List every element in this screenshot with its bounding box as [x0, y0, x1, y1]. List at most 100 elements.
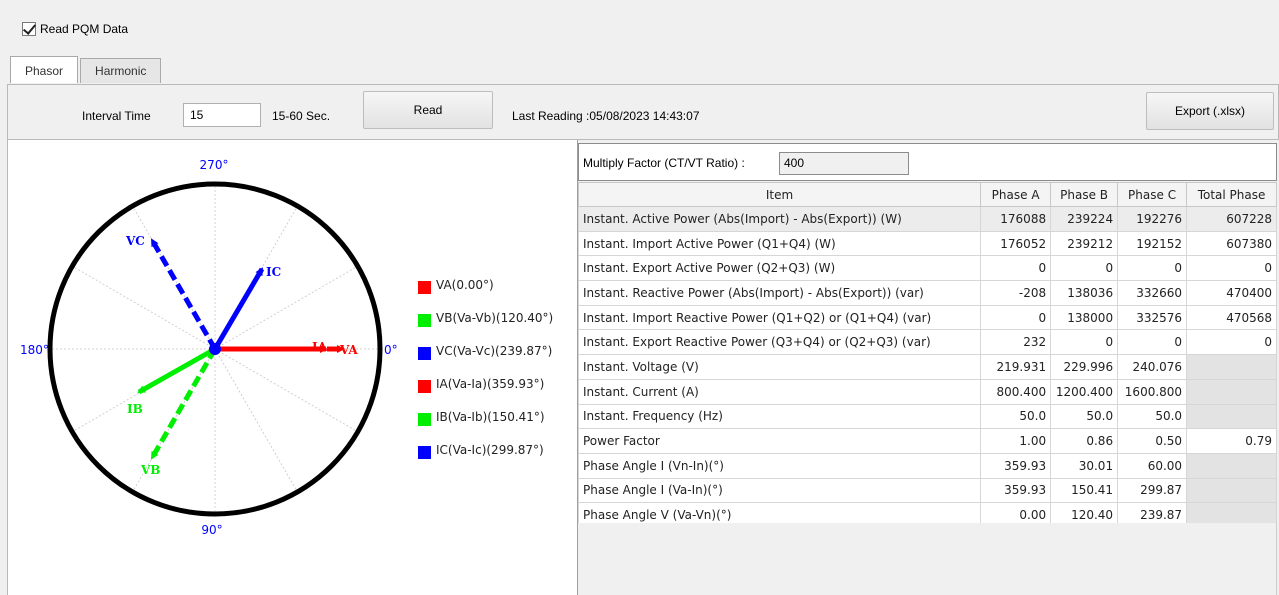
cell-value[interactable]	[1186, 403, 1277, 430]
table-row[interactable]: Instant. Reactive Power (Abs(Import) - A…	[577, 280, 1277, 306]
cell-item[interactable]: Phase Angle I (Va-In)(°)	[577, 477, 982, 504]
cell-value[interactable]: 332576	[1117, 304, 1188, 331]
cell-value[interactable]: 138000	[1050, 304, 1119, 331]
column-header-item[interactable]: Item	[577, 182, 982, 207]
cell-value[interactable]	[1186, 477, 1277, 504]
cell-value[interactable]: 1200.400	[1050, 378, 1119, 405]
table-row[interactable]: Phase Angle I (Vn-In)(°) 359.93 30.01 60.00	[577, 452, 1277, 479]
cell-value[interactable]: 232	[980, 329, 1052, 356]
cell-item[interactable]: Instant. Current (A)	[577, 378, 982, 405]
multiply-factor-field[interactable]: 400	[779, 152, 909, 175]
cell-value[interactable]: 0	[1117, 329, 1188, 356]
cell-value[interactable]: 0	[1050, 255, 1119, 282]
cell-value[interactable]: 240.076	[1117, 354, 1188, 380]
table-row[interactable]: Instant. Import Active Power (Q1+Q4) (W)…	[577, 230, 1277, 257]
table-row[interactable]: Phase Angle I (Va-In)(°) 359.93 150.41 299.…	[577, 477, 1277, 504]
table-row[interactable]: Instant. Import Reactive Power (Q1+Q2) o…	[577, 304, 1277, 331]
cell-value[interactable]: 138036	[1050, 280, 1119, 306]
read-pqm-checkbox[interactable]: Read PQM Data	[22, 22, 128, 36]
table-row[interactable]: Instant. Export Active Power (Q2+Q3) (W)…	[577, 255, 1277, 282]
cell-item[interactable]: Instant. Frequency (Hz)	[577, 403, 982, 430]
cell-value[interactable]: 50.0	[1050, 403, 1119, 430]
cell-value[interactable]: 800.400	[980, 378, 1052, 405]
cell-value[interactable]: 0	[1186, 329, 1277, 356]
cell-value[interactable]: 0	[1117, 255, 1188, 282]
cell-value[interactable]: 359.93	[980, 477, 1052, 504]
last-reading-text: Last Reading :05/08/2023 14:43:07	[512, 109, 700, 123]
cell-value[interactable]: 607228	[1186, 206, 1277, 232]
cell-value[interactable]: 332660	[1117, 280, 1188, 306]
cell-value[interactable]: 219.931	[980, 354, 1052, 380]
cell-value[interactable]: 0.50	[1117, 428, 1188, 454]
cell-item[interactable]: Instant. Export Active Power (Q2+Q3) (W)	[577, 255, 982, 282]
table-row[interactable]: Instant. Current (A) 800.400 1200.400 1600.…	[577, 378, 1277, 405]
cell-value[interactable]: 50.0	[1117, 403, 1188, 430]
interval-time-input[interactable]	[183, 103, 261, 127]
cell-value[interactable]: 239212	[1050, 230, 1119, 257]
guide-line-210	[71, 265, 216, 350]
cell-value[interactable]: 60.00	[1117, 452, 1188, 479]
cell-value[interactable]	[1186, 354, 1277, 380]
phasor-legend: VA(0.00°) VB(Va-Vb)(120.40°) VC(Va-Vc)(2…	[418, 268, 553, 466]
cell-value[interactable]: 0	[980, 304, 1052, 331]
ia-label: IA	[312, 340, 328, 354]
cell-value[interactable]: 239224	[1050, 206, 1119, 232]
legend-label: VC(Va-Vc)(239.87°)	[436, 343, 553, 358]
cell-item[interactable]: Instant. Import Active Power (Q1+Q4) (W)	[577, 230, 982, 257]
cell-value[interactable]: 470568	[1186, 304, 1277, 331]
cell-value[interactable]: 176052	[980, 230, 1052, 257]
cell-value[interactable]	[1186, 378, 1277, 405]
column-header-phase-a[interactable]: Phase A	[980, 182, 1052, 207]
cell-value[interactable]: 0.79	[1186, 428, 1277, 454]
cell-item[interactable]: Instant. Export Reactive Power (Q3+Q4) o…	[577, 329, 982, 356]
cell-value[interactable]: 176088	[980, 206, 1052, 232]
cell-item[interactable]: Instant. Voltage (V)	[577, 354, 982, 380]
tab-phasor[interactable]: Phasor	[10, 56, 79, 83]
cell-value[interactable]: 0.86	[1050, 428, 1119, 454]
checkbox-checked-icon[interactable]	[22, 22, 36, 36]
cell-value[interactable]: 50.0	[980, 403, 1052, 430]
table-row[interactable]: Instant. Voltage (V) 219.931 229.996 240.07…	[577, 354, 1277, 380]
cell-value[interactable]: 192276	[1117, 206, 1188, 232]
table-row[interactable]: Power Factor 1.00 0.86 0.50 0.79	[577, 428, 1277, 454]
guide-line-330	[214, 265, 359, 350]
cell-value[interactable]: 1.00	[980, 428, 1052, 454]
interval-time-label: Interval Time	[82, 109, 151, 123]
table-row[interactable]: Instant. Active Power (Abs(Import) - Abs…	[577, 206, 1277, 232]
multiply-factor-label: Multiply Factor (CT/VT Ratio) :	[583, 156, 745, 170]
cell-value[interactable]: 0	[1050, 329, 1119, 356]
cell-value[interactable]: 0	[980, 255, 1052, 282]
legend-item-ib: IB(Va-Ib)(150.41°)	[418, 400, 553, 433]
cell-item[interactable]: Instant. Import Reactive Power (Q1+Q2) o…	[577, 304, 982, 331]
cell-value[interactable]: 30.01	[1050, 452, 1119, 479]
column-header-phase-c[interactable]: Phase C	[1117, 182, 1188, 207]
angle-label-left: 180°	[20, 343, 49, 357]
table-row[interactable]: Instant. Frequency (Hz) 50.0 50.0 50.0	[577, 403, 1277, 430]
cell-item[interactable]: Power Factor	[577, 428, 982, 454]
cell-value[interactable]: 192152	[1117, 230, 1188, 257]
cell-value[interactable]: 1600.800	[1117, 378, 1188, 405]
cell-value[interactable]: 0	[1186, 255, 1277, 282]
cell-value[interactable]: 470400	[1186, 280, 1277, 306]
top-bar: Read PQM Data	[0, 0, 1279, 56]
table-row[interactable]: Instant. Export Reactive Power (Q3+Q4) o…	[577, 329, 1277, 356]
cell-value[interactable]: 229.996	[1050, 354, 1119, 380]
cell-value[interactable]: 150.41	[1050, 477, 1119, 504]
cell-value[interactable]: 359.93	[980, 452, 1052, 479]
column-header-phase-b[interactable]: Phase B	[1050, 182, 1119, 207]
export-xlsx-button[interactable]: Export (.xlsx)	[1146, 92, 1274, 130]
cell-item[interactable]: Instant. Reactive Power (Abs(Import) - A…	[577, 280, 982, 306]
cell-value[interactable]: 299.87	[1117, 477, 1188, 504]
cell-value[interactable]	[1186, 452, 1277, 479]
read-button[interactable]: Read	[363, 91, 493, 129]
va-label: VA	[339, 343, 358, 357]
column-header-total-phase[interactable]: Total Phase	[1186, 182, 1277, 207]
phasor-origin	[209, 343, 221, 355]
cell-item[interactable]: Instant. Active Power (Abs(Import) - Abs…	[577, 206, 982, 232]
cell-value[interactable]: -208	[980, 280, 1052, 306]
tab-harmonic[interactable]: Harmonic	[80, 58, 162, 83]
legend-label: VB(Va-Vb)(120.40°)	[436, 310, 554, 325]
angle-label-bottom: 90°	[201, 523, 222, 537]
cell-item[interactable]: Phase Angle I (Vn-In)(°)	[577, 452, 982, 479]
cell-value[interactable]: 607380	[1186, 230, 1277, 257]
